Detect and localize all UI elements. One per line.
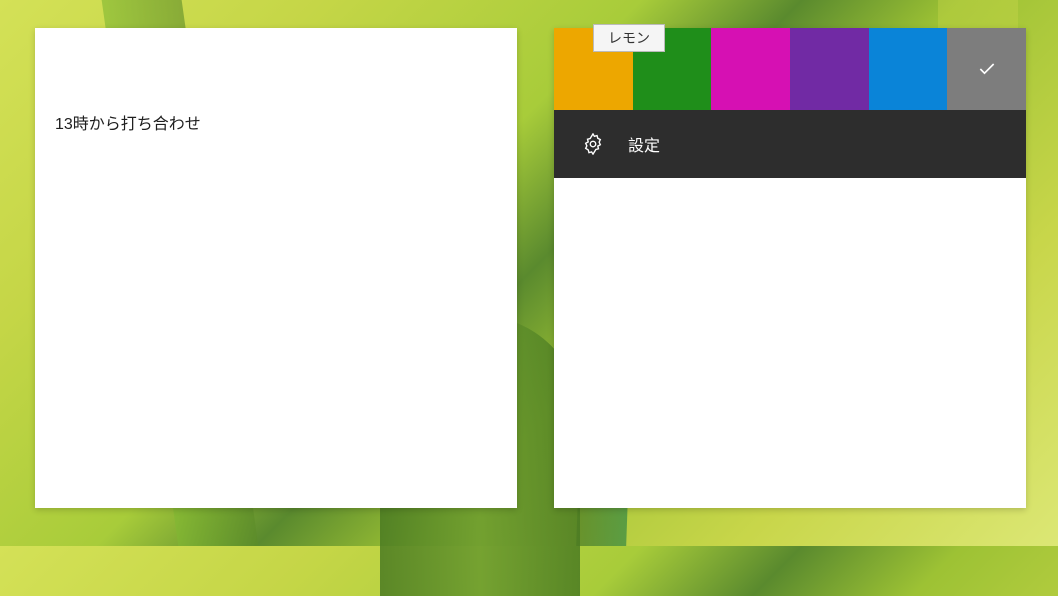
color-swatch-blue[interactable] bbox=[869, 28, 948, 110]
color-tooltip: レモン bbox=[593, 24, 665, 52]
checkmark-icon bbox=[977, 59, 997, 79]
color-swatch-purple[interactable] bbox=[790, 28, 869, 110]
note-text[interactable]: 13時から打ち合わせ bbox=[35, 28, 517, 154]
settings-label: 設定 bbox=[628, 132, 660, 156]
color-swatch-gray[interactable] bbox=[947, 28, 1026, 110]
gear-icon bbox=[582, 133, 604, 155]
sticky-note-left[interactable]: 13時から打ち合わせ bbox=[35, 28, 517, 508]
color-swatch-magenta[interactable] bbox=[711, 28, 790, 110]
sticky-note-right: 設定 bbox=[554, 28, 1026, 508]
settings-menu-item[interactable]: 設定 bbox=[554, 110, 1026, 178]
